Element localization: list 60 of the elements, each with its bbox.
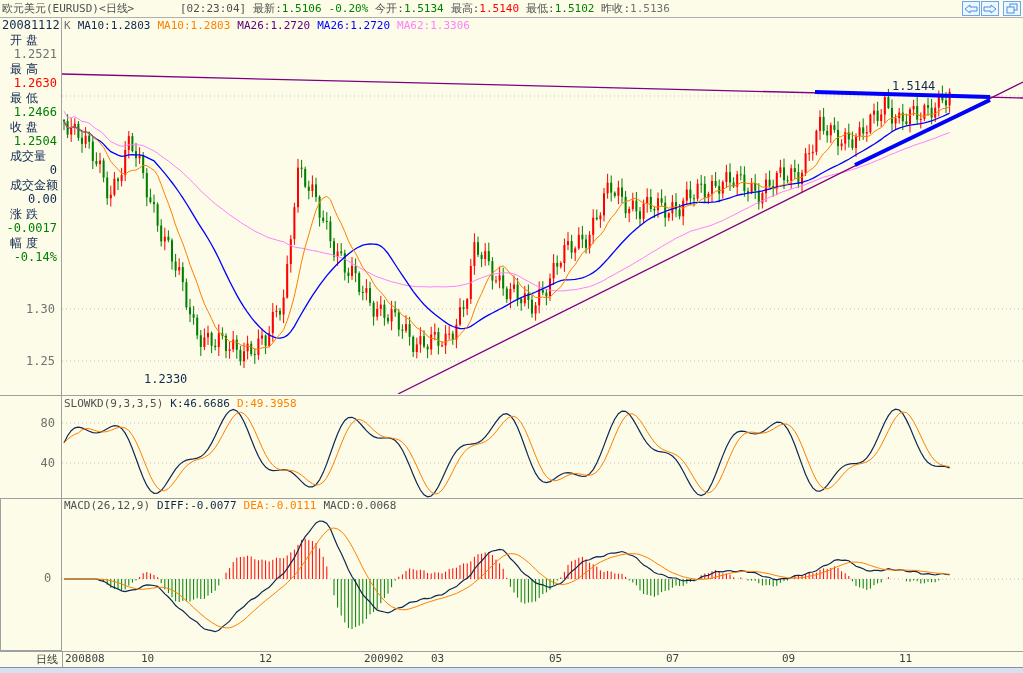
legend-text: D:49.3958 — [236, 397, 297, 410]
info-label: 成交量 — [9, 148, 47, 163]
date-label: 200902 — [364, 652, 404, 665]
info-value: -0.14% — [12, 250, 57, 265]
high-price-label: 1.5144 — [892, 79, 936, 93]
date-label: 12 — [259, 652, 273, 665]
info-label: 成交金额 — [9, 177, 57, 192]
quote-field: 昨收:1.5136 — [601, 1, 670, 16]
info-label: 最 高 — [9, 61, 39, 76]
window-title: 欧元美元(EURUSD)<日线> — [2, 1, 136, 16]
legend-text: K — [64, 19, 71, 32]
legend-text: MA10:1.2803 — [77, 19, 151, 32]
legend-text: MA26:1.2720 — [317, 19, 391, 32]
left-arrow-icon — [964, 3, 978, 14]
info-label: 开 盘 — [9, 32, 39, 47]
info-value: 0 — [48, 163, 57, 178]
quote-field: 最低:1.5102 — [526, 1, 595, 16]
previous-button[interactable] — [962, 1, 980, 16]
axis-tick-label: 40 — [40, 456, 55, 470]
info-value: 1.2504 — [12, 134, 57, 149]
info-value: -0.0017 — [5, 221, 57, 236]
indicator-name: MACD(26,12,9) — [64, 499, 151, 512]
legend-text: MACD:0.0068 — [323, 499, 397, 512]
next-button[interactable] — [981, 1, 999, 16]
legend-text: DIFF:-0.0077 — [157, 499, 237, 512]
info-value: 1.2521 — [12, 47, 57, 62]
right-arrow-icon — [983, 3, 997, 14]
axis-tick-label: 0 — [44, 571, 52, 585]
axis-tick-label: 80 — [40, 416, 55, 430]
info-label: 涨 跌 — [9, 206, 39, 221]
info-value: 1.2466 — [12, 105, 57, 120]
info-value: 1.2630 — [12, 76, 57, 91]
legend-text: DEA:-0.0111 — [243, 499, 317, 512]
quote-field: 今开:1.5134 — [375, 1, 444, 16]
quote-field: -0.20% — [328, 2, 369, 15]
axis-tick-label: 1.25 — [26, 354, 55, 368]
restore-window-icon — [1006, 3, 1018, 14]
quote-field: 最新:1.5106 — [253, 1, 322, 16]
quote-time: [02:23:04] — [180, 2, 247, 15]
date-label: 03 — [431, 652, 445, 665]
info-label: 幅 度 — [9, 235, 39, 250]
legend-text: K:46.6686 — [170, 397, 230, 410]
info-value: 0.00 — [27, 192, 57, 207]
restore-button[interactable] — [1003, 1, 1021, 16]
date-label: 200808 — [65, 652, 105, 665]
date-label: 11 — [899, 652, 913, 665]
low-price-label: 1.2330 — [144, 372, 188, 386]
date-label: 05 — [549, 652, 563, 665]
info-date: 20081112 — [2, 18, 57, 33]
date-label: 09 — [782, 652, 796, 665]
info-label: 最 低 — [9, 90, 39, 105]
legend-text: MA10:1.2803 — [157, 19, 231, 32]
legend-text: MA62:1.3306 — [397, 19, 470, 32]
quote-field: 最高:1.5140 — [450, 1, 520, 16]
legend-text: MA26:1.2720 — [237, 19, 311, 32]
date-label: 10 — [141, 652, 155, 665]
info-label: 收 盘 — [9, 119, 39, 134]
indicator-name: SLOWKD(9,3,3,5) — [64, 397, 164, 410]
date-label: 07 — [666, 652, 680, 665]
axis-tick-label: 1.30 — [26, 302, 55, 316]
